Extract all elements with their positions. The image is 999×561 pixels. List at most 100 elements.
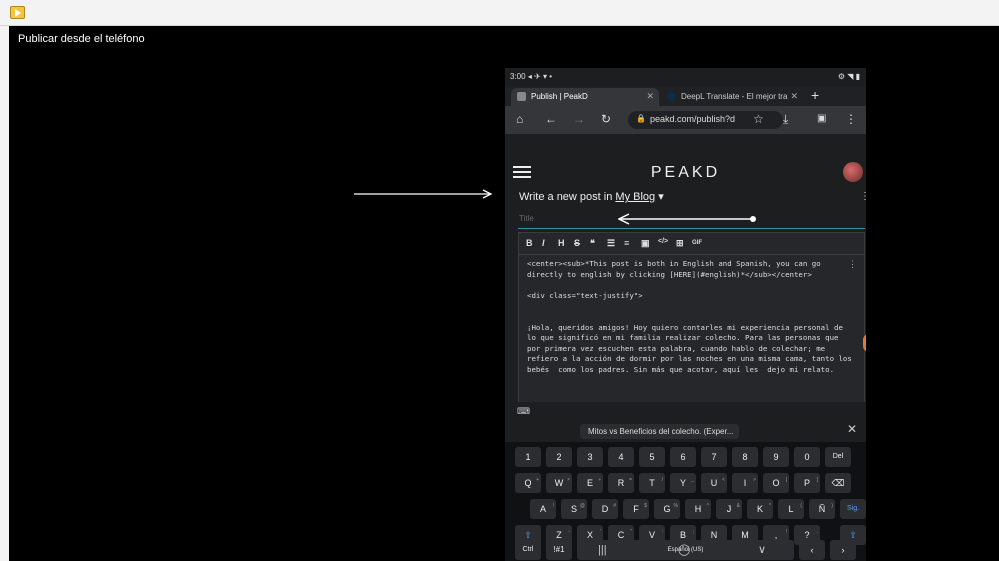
side-handle[interactable] (863, 334, 866, 352)
key-alt: < (722, 477, 725, 483)
key[interactable]: T / (639, 473, 665, 493)
key[interactable]: S @ (561, 499, 587, 519)
key[interactable]: K * (747, 499, 773, 519)
key-letter: F (633, 504, 639, 514)
close-suggestion-icon[interactable]: ✕ (847, 422, 857, 436)
key-alt: ) (831, 503, 833, 509)
cursor-right-key[interactable]: › (830, 540, 856, 560)
close-tab-icon[interactable]: ✕ (790, 91, 798, 102)
key[interactable]: G% (654, 499, 680, 519)
key-letter: U (710, 478, 718, 488)
ctrl-key[interactable]: Ctrl (515, 540, 541, 560)
key-alt: " (630, 529, 632, 535)
key-letter: M (741, 530, 749, 540)
peakd-logo[interactable]: PEAKD (505, 164, 866, 182)
italic-button[interactable]: I (542, 238, 545, 248)
key-letter: ? (804, 530, 810, 540)
reload-icon[interactable]: ↻ (601, 112, 611, 126)
key-alt: # (613, 503, 616, 509)
key[interactable]: 4 (608, 447, 634, 467)
image-button[interactable]: ▣ (641, 238, 650, 249)
browser-tab-strip: Publish | PeakD ✕ DeepL Translate - El m… (505, 86, 866, 106)
keyboard-icon[interactable]: ⌨ (517, 406, 530, 417)
avatar[interactable] (843, 162, 863, 182)
home-nav-icon[interactable]: ◯ (678, 543, 690, 556)
tab-publish-peakd[interactable]: Publish | PeakD ✕ (511, 88, 659, 106)
blog-selector[interactable]: My Blog (615, 191, 655, 203)
key[interactable]: W × (546, 473, 572, 493)
key[interactable]: D # (592, 499, 618, 519)
tab-switcher-icon[interactable]: ▣ (817, 113, 826, 124)
key[interactable]: J & (716, 499, 742, 519)
key[interactable]: 9 (763, 447, 789, 467)
bookmark-star-icon[interactable]: ☆ (753, 112, 764, 126)
key-letter: G (663, 504, 671, 514)
key-alt: / (661, 477, 663, 483)
key[interactable]: 1 (515, 447, 541, 467)
key[interactable]: P] (794, 473, 820, 493)
key-alt: ÷ (598, 477, 601, 483)
key[interactable]: E ÷ (577, 473, 603, 493)
phone-screen: 3:00 ◂ ✈ ▾ • ⚙ ◥ ▮ Publish | PeakD ✕ Dee… (505, 68, 866, 561)
key[interactable]: 8 (732, 447, 758, 467)
key[interactable]: I > (732, 473, 758, 493)
caption-text: Publicar desde el teléfono (18, 33, 145, 45)
heading-button[interactable]: H (558, 238, 565, 248)
key[interactable]: 6 (670, 447, 696, 467)
clipboard-suggestion[interactable]: Mitos vs Beneficios del colecho. (Exper.… (580, 424, 740, 439)
keyboard-top-bar: ⌨ (505, 402, 866, 420)
key[interactable]: Q + (515, 473, 541, 493)
delete-key[interactable]: Del (825, 447, 851, 467)
bullet-list-button[interactable]: ☰ (607, 238, 615, 249)
status-icons-left: ◂ ✈ ▾ • (527, 72, 553, 81)
key[interactable]: Y _ (670, 473, 696, 493)
download-icon[interactable]: ⤓ (783, 112, 788, 127)
table-button[interactable]: ⊞ (676, 238, 684, 249)
key-letter: X (586, 530, 593, 540)
next-key[interactable]: Sig. (840, 499, 866, 519)
key[interactable]: 7 (701, 447, 727, 467)
key[interactable]: R = (608, 473, 634, 493)
back-nav-icon[interactable]: ∨ (758, 543, 766, 556)
pointer-arrow-left-icon (618, 213, 756, 225)
bold-button[interactable]: B (526, 238, 533, 248)
more-options-icon[interactable]: ⋮ (860, 191, 866, 202)
key[interactable]: L( (778, 499, 804, 519)
key[interactable]: Ñ) (809, 499, 835, 519)
numbered-list-button[interactable]: ≡ (624, 238, 629, 248)
home-icon[interactable]: ⌂ (516, 112, 523, 126)
forward-icon[interactable]: → (573, 112, 585, 126)
key-alt: [ (785, 477, 787, 483)
quote-button[interactable]: ❝ (590, 238, 595, 249)
key[interactable]: 2 (546, 447, 572, 467)
tab-deepl[interactable]: DeepL Translate - El mejor tra ✕ (661, 88, 803, 106)
key[interactable]: H ^ (685, 499, 711, 519)
back-icon[interactable]: ← (545, 112, 557, 126)
status-time: 3:00 (510, 72, 526, 81)
backspace-key[interactable]: ⌫ (825, 473, 851, 493)
write-prefix: Write a new post in (519, 191, 613, 203)
key[interactable]: 5 (639, 447, 665, 467)
key[interactable]: 3 (577, 447, 603, 467)
key[interactable]: 0 (794, 447, 820, 467)
editor-options-icon[interactable]: ⋮ (848, 259, 857, 270)
key-alt: % (673, 503, 678, 509)
browser-toolbar: ⌂ ← → ↻ 🔒 peakd.com/publish?d ☆ ⤓ ▣ ⋮ (505, 106, 866, 134)
close-tab-icon[interactable]: ✕ (646, 91, 654, 102)
post-target-line: Write a new post in My Blog ▾ (519, 190, 664, 203)
recents-nav-icon[interactable]: ||| (598, 544, 607, 556)
chevron-down-icon[interactable]: ▾ (658, 191, 664, 203)
tab-label: DeepL Translate - El mejor tra (681, 92, 788, 101)
new-tab-button[interactable]: + (811, 87, 819, 103)
key[interactable]: U < (701, 473, 727, 493)
symbols-key[interactable]: !#1 (546, 540, 572, 560)
key[interactable]: O[ (763, 473, 789, 493)
key-letter: O (772, 478, 780, 488)
gif-button[interactable]: GIF (692, 240, 702, 246)
cursor-left-key[interactable]: ‹ (799, 540, 825, 560)
code-button[interactable]: </> (658, 238, 668, 245)
browser-menu-icon[interactable]: ⋮ (845, 112, 857, 126)
key[interactable]: F $ (623, 499, 649, 519)
key[interactable]: A! (530, 499, 556, 519)
strikethrough-button[interactable]: S (574, 238, 580, 248)
